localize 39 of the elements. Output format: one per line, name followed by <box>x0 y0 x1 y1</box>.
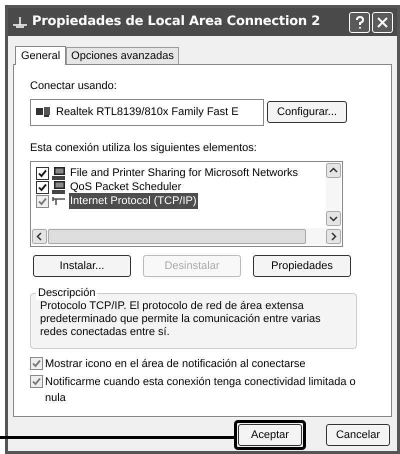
section-label: Esta conexión utiliza los siguientes elementos: <box>30 140 258 156</box>
checkbox[interactable] <box>36 166 49 180</box>
help-icon <box>354 16 364 28</box>
network-icon <box>12 16 28 28</box>
option-label: Notificarme cuando esta conexión tenga conectividad limitada o nula <box>45 375 357 406</box>
dialog-button[interactable]: Cancelar <box>326 424 390 446</box>
list-item[interactable]: Internet Protocol (TCP/IP) <box>69 192 198 210</box>
list-item[interactable]: QoS Packet Scheduler <box>69 178 182 196</box>
protocol-icon <box>52 196 66 206</box>
help-button[interactable] <box>349 12 370 32</box>
description-text: Protocolo TCP/IP. El protocolo de red de área extensa predeterminado que permite la comunicación entre varias redes conectadas entre sí. <box>40 300 322 339</box>
option-label: Mostrar icono en el área de notificación al conectarse <box>45 357 306 372</box>
close-icon <box>377 16 388 28</box>
action-button[interactable]: Instalar... <box>33 255 131 277</box>
list-item[interactable]: File and Printer Sharing for Microsoft Networks <box>69 164 300 182</box>
tab[interactable]: Opciones avanzadas <box>66 47 179 64</box>
scroll-thumb[interactable] <box>48 229 306 244</box>
network-card-icon <box>36 107 50 117</box>
scroll-right-icon[interactable] <box>326 229 341 244</box>
action-button[interactable]: Propiedades <box>253 255 351 277</box>
configure-button[interactable]: Configurar... <box>267 101 347 123</box>
checkbox[interactable] <box>30 357 43 370</box>
checkbox[interactable] <box>36 180 49 194</box>
scroll-up-icon[interactable] <box>326 163 341 178</box>
close-button[interactable] <box>372 12 393 32</box>
vertical-scrollbar[interactable] <box>326 163 341 226</box>
checkbox[interactable] <box>36 194 49 208</box>
group-legend: Descripción <box>36 286 98 300</box>
tab[interactable]: General <box>15 46 66 65</box>
dialog-button[interactable]: Aceptar <box>238 424 302 446</box>
scroll-left-icon[interactable] <box>32 229 47 244</box>
computer-icon <box>52 180 66 194</box>
checkbox[interactable] <box>30 375 43 388</box>
scroll-down-icon[interactable] <box>326 211 341 226</box>
section-label: Conectar usando: <box>30 79 118 94</box>
horizontal-scrollbar[interactable] <box>31 228 342 245</box>
computer-icon <box>52 166 66 180</box>
window-title: Propiedades de Local Area Connection 2 <box>32 13 320 32</box>
adapter-name: Realtek RTL8139/810x Family Fast E <box>56 104 239 120</box>
